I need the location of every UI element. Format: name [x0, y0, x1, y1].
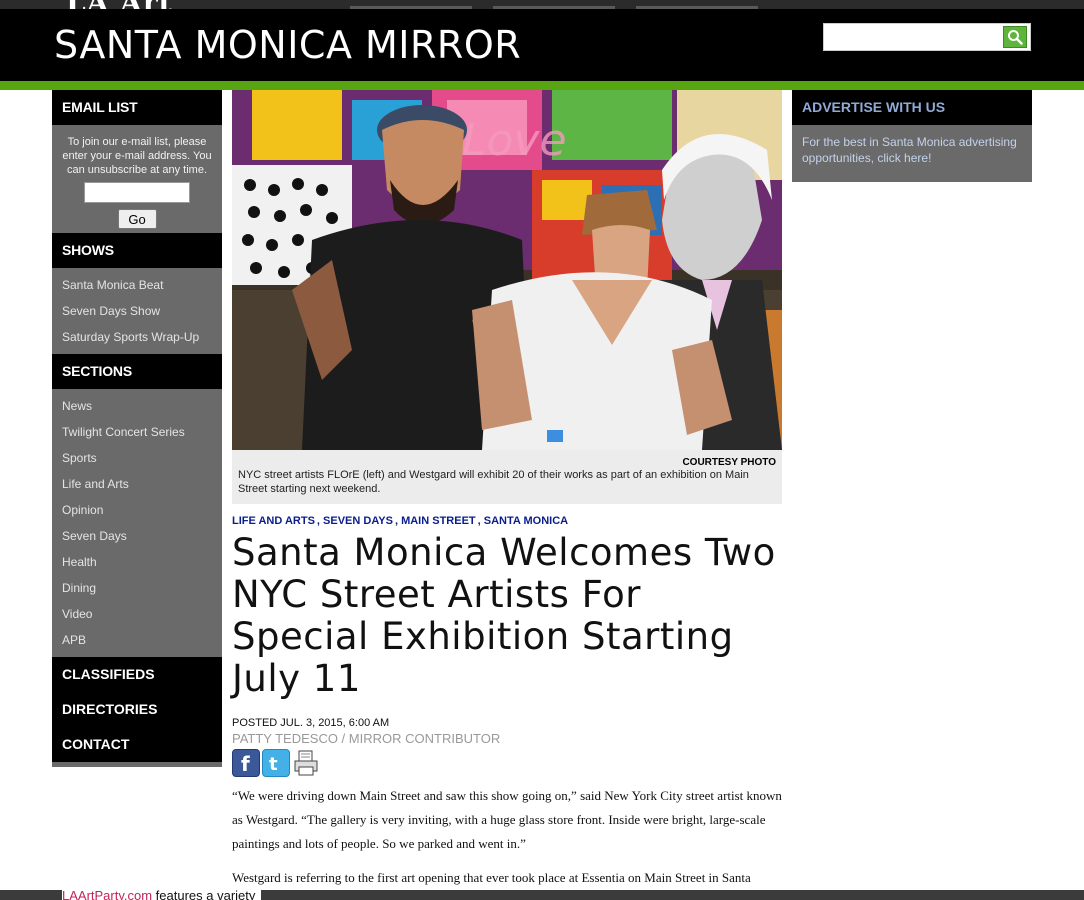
sections-item-opinion[interactable]: Opinion	[52, 497, 222, 523]
site-header: SANTA MONICA MIRROR	[0, 9, 1084, 81]
sections-item-sports[interactable]: Sports	[52, 445, 222, 471]
email-go-button[interactable]: Go	[117, 209, 157, 229]
twitter-icon[interactable]: t	[262, 749, 290, 777]
search-input[interactable]	[824, 24, 1004, 50]
tag-link[interactable]: SEVEN DAYS	[323, 515, 393, 527]
photo-caption-box: COURTESY PHOTO NYC street artists FLOrE …	[232, 450, 782, 504]
posted-date: POSTED JUL. 3, 2015, 6:00 AM	[232, 717, 390, 729]
background-bottom-link[interactable]: LAArtParty.com	[62, 888, 152, 900]
article-body: “We were driving down Main Street and sa…	[232, 784, 782, 890]
classifieds-link[interactable]: CLASSIFIEDS	[52, 657, 222, 692]
share-bar: f t	[232, 749, 782, 779]
article-author[interactable]: PATTY TEDESCO / MIRROR CONTRIBUTOR	[232, 731, 782, 746]
search-icon	[1008, 30, 1023, 45]
advertise-link[interactable]: For the best in Santa Monica advertising…	[792, 125, 1032, 182]
tag-link[interactable]: LIFE AND ARTS	[232, 515, 315, 527]
sections-item-video[interactable]: Video	[52, 601, 222, 627]
print-icon[interactable]	[292, 749, 320, 777]
shows-item[interactable]: Saturday Sports Wrap-Up	[52, 324, 222, 350]
right-sidebar: ADVERTISE WITH US For the best in Santa …	[792, 90, 1032, 182]
tag-link[interactable]: SANTA MONICA	[484, 515, 568, 527]
sections-item-life-arts[interactable]: Life and Arts	[52, 471, 222, 497]
directories-link[interactable]: DIRECTORIES	[52, 692, 222, 727]
search-button[interactable]	[1003, 26, 1027, 48]
sidebar-bottom-strip	[52, 762, 222, 767]
svg-text:t: t	[269, 754, 278, 774]
sections-item-apb[interactable]: APB	[52, 627, 222, 653]
sections-list: News Twilight Concert Series Sports Life…	[52, 389, 222, 657]
email-list-heading: EMAIL LIST	[52, 90, 222, 125]
email-signup-panel: To join our e-mail list, please enter yo…	[52, 125, 222, 233]
shows-item[interactable]: Seven Days Show	[52, 298, 222, 324]
sections-item-seven-days[interactable]: Seven Days	[52, 523, 222, 549]
background-bottom-text-rest: features a variety	[152, 888, 256, 900]
article-paragraph: Westgard is referring to the first art o…	[232, 870, 751, 885]
svg-text:Love: Love	[462, 115, 567, 166]
sections-item-news[interactable]: News	[52, 393, 222, 419]
photo-credit: COURTESY PHOTO	[682, 457, 776, 468]
search-box	[823, 23, 1031, 51]
advertise-heading: ADVERTISE WITH US	[792, 90, 1032, 125]
article-tags: LIFE AND ARTS, SEVEN DAYS, MAIN STREET, …	[232, 515, 569, 527]
article-main: Love COURTESY PHOTO NYC street artists F…	[232, 90, 782, 900]
sections-heading: SECTIONS	[52, 354, 222, 389]
facebook-icon[interactable]: f	[232, 749, 260, 777]
left-sidebar: EMAIL LIST To join our e-mail list, plea…	[52, 90, 222, 767]
contact-link[interactable]: CONTACT	[52, 727, 222, 762]
sections-item-twilight[interactable]: Twilight Concert Series	[52, 419, 222, 445]
article-headline: Santa Monica Welcomes Two NYC Street Art…	[232, 531, 776, 700]
sections-item-dining[interactable]: Dining	[52, 575, 222, 601]
svg-text:f: f	[241, 752, 250, 774]
photo-caption: NYC street artists FLOrE (left) and West…	[238, 469, 749, 495]
article-photo[interactable]: Love	[232, 90, 782, 450]
shows-heading: SHOWS	[52, 233, 222, 268]
shows-item[interactable]: Santa Monica Beat	[52, 272, 222, 298]
email-field[interactable]	[84, 182, 190, 203]
shows-list: Santa Monica Beat Seven Days Show Saturd…	[52, 268, 222, 354]
tag-link[interactable]: MAIN STREET	[401, 515, 476, 527]
email-instructions: To join our e-mail list, please enter yo…	[62, 136, 212, 176]
header-accent-band	[0, 81, 1084, 90]
site-title[interactable]: SANTA MONICA MIRROR	[54, 23, 521, 67]
sections-item-health[interactable]: Health	[52, 549, 222, 575]
background-bottom-text: LAArtParty.com features a variety	[62, 888, 262, 900]
mural-photo-illustration: Love	[232, 90, 782, 450]
article-paragraph: “We were driving down Main Street and sa…	[232, 788, 782, 851]
